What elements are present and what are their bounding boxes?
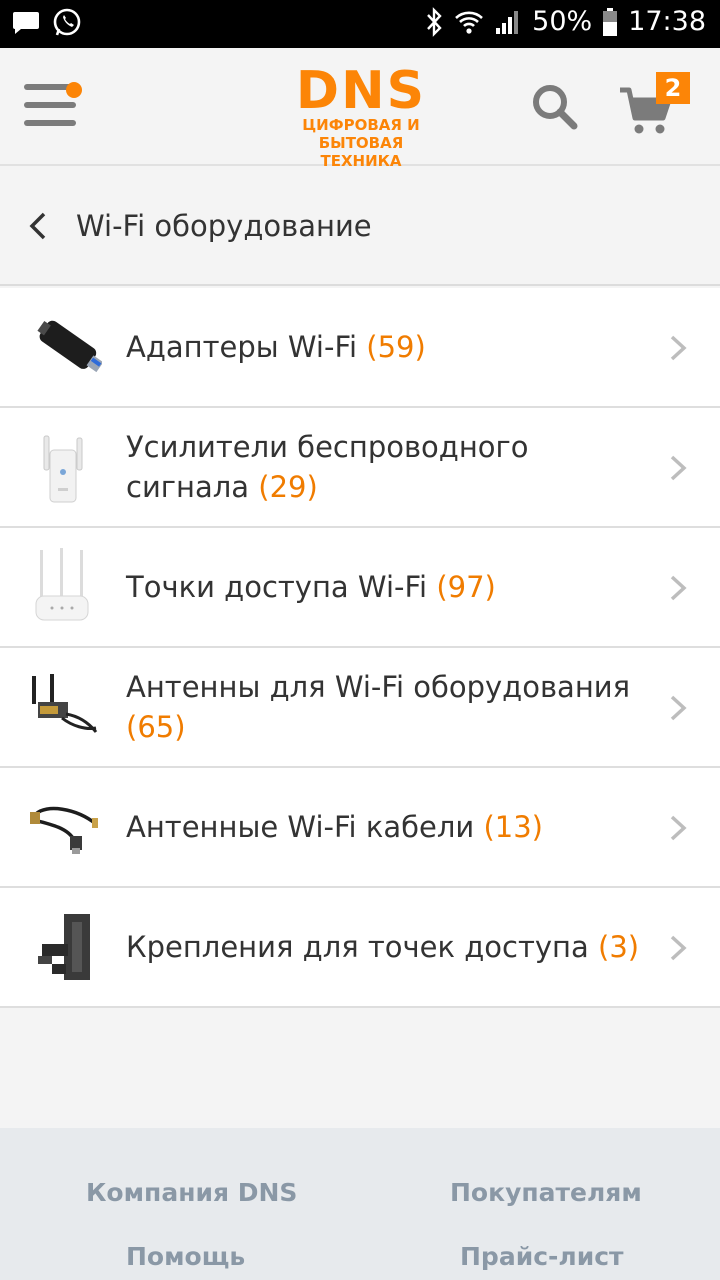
whatsapp-icon (52, 8, 82, 38)
clock: 17:38 (628, 6, 706, 37)
footer-link-help[interactable]: Помощь (126, 1242, 245, 1271)
dns-logo[interactable]: DNS ЦИФРОВАЯ И БЫТОВАЯ ТЕХНИКА (276, 61, 446, 170)
category-count: (29) (258, 470, 318, 504)
cell-signal-icon (494, 8, 522, 36)
logo-subtitle-line2: БЫТОВАЯ ТЕХНИКА (318, 134, 404, 170)
chevron-right-icon (670, 455, 687, 481)
chevron-right-icon (670, 815, 687, 841)
footer-link-price-list[interactable]: Прайс-лист (460, 1242, 624, 1271)
battery-percent: 50% (532, 6, 593, 37)
category-list: Адаптеры Wi-Fi (59) Усилители беспроводн… (0, 288, 720, 1008)
chevron-left-icon (29, 212, 46, 240)
search-icon (533, 85, 578, 130)
signal-repeater-image (22, 428, 102, 508)
status-bar: 50% 17:38 (0, 0, 720, 48)
notification-dot (66, 82, 82, 98)
category-count: (97) (436, 570, 496, 604)
category-item-adapters[interactable]: Адаптеры Wi-Fi (59) (0, 288, 720, 408)
category-label: Адаптеры Wi-Fi (59) (126, 327, 426, 367)
back-button[interactable] (24, 210, 54, 242)
antenna-cable-image (22, 788, 102, 868)
category-item-antennas[interactable]: Антенны для Wi-Fi оборудования (65) (0, 648, 720, 768)
logo-text: DNS (295, 61, 427, 121)
chevron-right-icon (670, 575, 687, 601)
category-count: (3) (598, 930, 640, 964)
chevron-right-icon (670, 935, 687, 961)
category-item-mounts[interactable]: Крепления для точек доступа (3) (0, 888, 720, 1008)
category-name: Антенны для Wi-Fi оборудования (126, 670, 631, 704)
category-name: Усилители беспроводного сигнала (126, 430, 529, 504)
usb-wifi-adapter-image (22, 308, 104, 388)
category-count: (59) (366, 330, 426, 364)
chevron-right-icon (670, 695, 687, 721)
access-point-image (22, 548, 102, 628)
antenna-image (22, 668, 102, 748)
category-label: Усилители беспроводного сигнала (29) (126, 427, 646, 507)
category-label: Точки доступа Wi-Fi (97) (126, 567, 496, 607)
category-item-repeaters[interactable]: Усилители беспроводного сигнала (29) (0, 408, 720, 528)
search-button[interactable] (530, 82, 580, 132)
app-screen: 50% 17:38 DNS ЦИФРОВАЯ И БЫТОВАЯ ТЕХНИКА (0, 0, 720, 1280)
footer: Компания DNS Покупателям Помощь Прайс-ли… (0, 1128, 720, 1280)
category-label: Крепления для точек доступа (3) (126, 927, 639, 967)
chevron-right-icon (670, 335, 687, 361)
category-header: Wi-Fi оборудование (0, 168, 720, 286)
cart-count-badge: 2 (656, 72, 690, 104)
wifi-signal-icon (454, 8, 484, 36)
category-count: (65) (126, 710, 186, 744)
battery-icon (602, 7, 618, 37)
category-name: Крепления для точек доступа (126, 930, 589, 964)
bluetooth-icon (424, 6, 444, 37)
access-point-mount-image (22, 908, 102, 988)
category-count: (13) (483, 810, 543, 844)
category-item-access-points[interactable]: Точки доступа Wi-Fi (97) (0, 528, 720, 648)
app-header: DNS ЦИФРОВАЯ И БЫТОВАЯ ТЕХНИКА 2 (0, 48, 720, 170)
category-name: Антенные Wi-Fi кабели (126, 810, 475, 844)
footer-link-customers[interactable]: Покупателям (450, 1178, 642, 1207)
category-name: Точки доступа Wi-Fi (126, 570, 428, 604)
message-icon (12, 10, 40, 36)
page-title: Wi-Fi оборудование (76, 209, 372, 243)
category-name: Адаптеры Wi-Fi (126, 330, 358, 364)
footer-link-company[interactable]: Компания DNS (86, 1178, 297, 1207)
category-item-cables[interactable]: Антенные Wi-Fi кабели (13) (0, 768, 720, 888)
category-label: Антенны для Wi-Fi оборудования (65) (126, 667, 646, 747)
category-label: Антенные Wi-Fi кабели (13) (126, 807, 543, 847)
